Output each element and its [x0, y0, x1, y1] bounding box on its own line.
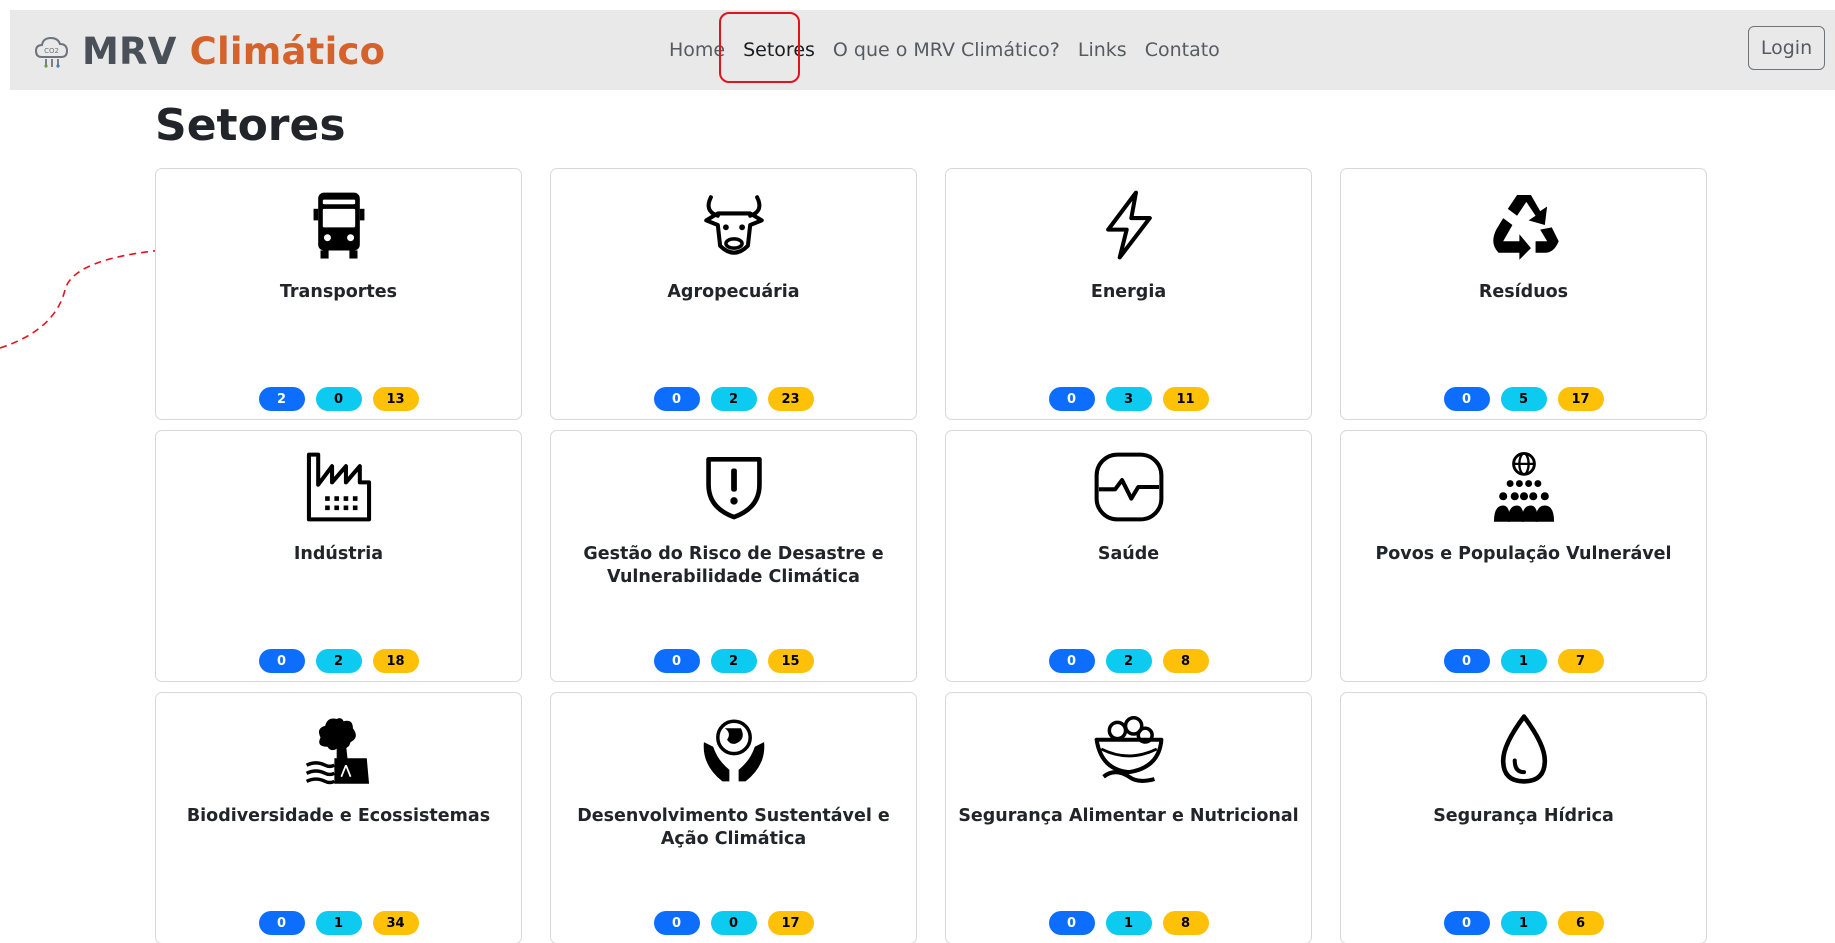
sector-card-seguranca-hidrica[interactable]: Segurança Hídrica 0 1 6: [1340, 692, 1707, 943]
sector-title: Transportes: [279, 282, 398, 302]
people-globe-icon: [1493, 452, 1554, 522]
badge-cyan: 2: [315, 649, 362, 673]
badge-blue: 0: [1443, 911, 1490, 935]
badge-cyan: 0: [315, 387, 362, 411]
cloud-co2-logo-icon: CO2: [34, 36, 69, 68]
sector-card-transportes[interactable]: Transportes 2 0 13: [155, 168, 522, 420]
brand-link[interactable]: CO2 MRV Climático: [32, 28, 385, 74]
sector-title: Gestão do Risco de Desastre e Vulnerabil…: [583, 544, 884, 587]
badge-yellow: 8: [1162, 649, 1209, 673]
food-basket-icon: [1094, 716, 1163, 783]
badge-blue: 0: [1443, 387, 1490, 411]
badge-cyan: 0: [710, 911, 757, 935]
badge-cyan: 3: [1105, 387, 1152, 411]
badge-blue: 0: [1048, 911, 1095, 935]
sector-title: Indústria: [293, 544, 384, 564]
water-drop-icon: [1500, 714, 1547, 784]
sector-title: Biodiversidade e Ecossistemas: [186, 806, 491, 826]
nav-o-que[interactable]: O que o MRV Climático?: [824, 39, 1069, 61]
sector-card-biodiversidade[interactable]: Biodiversidade e Ecossistemas 0 1 34: [155, 692, 522, 943]
shield-exclamation-icon: [705, 456, 762, 520]
sector-title: Segurança Hídrica: [1433, 806, 1614, 826]
heart-monitor-icon: [1094, 452, 1163, 522]
badge-yellow: 6: [1557, 911, 1604, 935]
nav-links[interactable]: Links: [1069, 39, 1136, 61]
nav-home[interactable]: Home: [660, 39, 734, 61]
sector-title: Povos e População Vulnerável: [1375, 544, 1672, 564]
badge-cyan: 1: [1105, 911, 1152, 935]
badge-blue: 0: [653, 649, 700, 673]
badge-yellow: 15: [767, 649, 814, 673]
badge-cyan: 2: [710, 649, 757, 673]
badge-blue: 2: [258, 387, 305, 411]
badge-blue: 0: [258, 649, 305, 673]
badge-blue: 0: [1443, 649, 1490, 673]
hands-globe-icon: [703, 719, 764, 782]
badge-yellow: 34: [372, 911, 419, 935]
svg-text:CO2: CO2: [44, 47, 59, 55]
badge-blue: 0: [653, 387, 700, 411]
badge-yellow: 17: [1557, 387, 1604, 411]
lightning-icon: [1105, 190, 1152, 260]
badge-blue: 0: [653, 911, 700, 935]
sector-card-seguranca-alimentar[interactable]: Segurança Alimentar e Nutricional 0 1 8: [945, 692, 1312, 943]
login-button[interactable]: Login: [1748, 26, 1825, 70]
sector-title: Agropecuária: [667, 282, 800, 302]
nav-contato[interactable]: Contato: [1136, 39, 1229, 61]
nav-setores[interactable]: Setores: [734, 39, 824, 61]
badge-yellow: 17: [767, 911, 814, 935]
badge-blue: 0: [258, 911, 305, 935]
badge-blue: 0: [1048, 649, 1095, 673]
sector-card-residuos[interactable]: Resíduos 0 5 17: [1340, 168, 1707, 420]
sector-title: Saúde: [1097, 544, 1160, 564]
main-nav: Home Setores O que o MRV Climático? Link…: [660, 10, 1229, 90]
badge-cyan: 5: [1500, 387, 1547, 411]
badge-cyan: 1: [315, 911, 362, 935]
badge-cyan: 2: [1105, 649, 1152, 673]
badge-yellow: 8: [1162, 911, 1209, 935]
tree-water-icon: [305, 718, 369, 785]
badge-yellow: 7: [1557, 649, 1604, 673]
badge-cyan: 1: [1500, 911, 1547, 935]
badge-yellow: 13: [372, 387, 419, 411]
badge-cyan: 1: [1500, 649, 1547, 673]
page-title: Setores: [155, 100, 346, 151]
badge-yellow: 23: [767, 387, 814, 411]
brand-climatico-text: Climático: [189, 29, 386, 73]
sector-card-gestao-risco[interactable]: Gestão do Risco de Desastre e Vulnerabil…: [550, 430, 917, 682]
sector-title: Energia: [1090, 282, 1167, 302]
sector-title: Desenvolvimento Sustentável e Ação Climá…: [577, 806, 890, 849]
recycle-icon: [1492, 194, 1559, 260]
sector-card-industria[interactable]: Indústria 0 2 18: [155, 430, 522, 682]
sector-card-agropecuaria[interactable]: Agropecuária 0 2 23: [550, 168, 917, 420]
bus-icon: [313, 192, 364, 259]
sector-card-desenvolvimento[interactable]: Desenvolvimento Sustentável e Ação Climá…: [550, 692, 917, 943]
badge-yellow: 18: [372, 649, 419, 673]
sector-title: Segurança Alimentar e Nutricional: [958, 806, 1299, 826]
navbar: CO2 MRV Climático Home Setores O que o M…: [10, 10, 1835, 90]
factory-icon: [306, 452, 371, 522]
sector-card-saude[interactable]: Saúde 0 2 8: [945, 430, 1312, 682]
badge-blue: 0: [1048, 387, 1095, 411]
sector-card-povos[interactable]: Povos e População Vulnerável 0 1 7: [1340, 430, 1707, 682]
badge-cyan: 2: [710, 387, 757, 411]
badge-yellow: 11: [1162, 387, 1209, 411]
sector-title: Resíduos: [1478, 282, 1569, 302]
cow-icon: [703, 195, 764, 255]
sectors-grid: Transportes 2 0 13 Agropecuária 0 2 23 E…: [155, 168, 1707, 943]
brand-mrv-text: MRV: [82, 29, 177, 73]
sector-card-energia[interactable]: Energia 0 3 11: [945, 168, 1312, 420]
